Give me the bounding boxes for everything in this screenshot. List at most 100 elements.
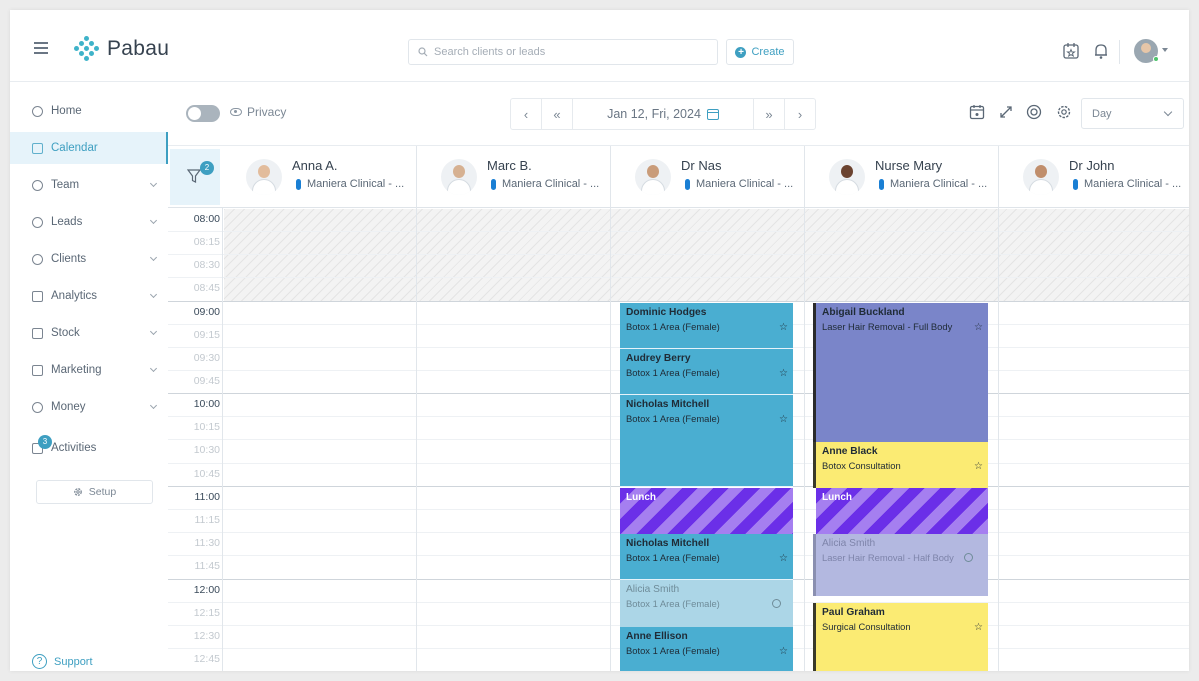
next-week-button[interactable]: »: [753, 99, 784, 129]
search-box[interactable]: [408, 39, 718, 65]
star-icon[interactable]: ☆: [974, 622, 983, 633]
chevron-down-icon[interactable]: [1162, 48, 1168, 52]
sidebar-item-stock[interactable]: Stock: [10, 317, 168, 349]
lunch-block[interactable]: Lunch: [620, 488, 793, 534]
filter-count-badge: 2: [200, 161, 214, 175]
staff-location: Maniera Clinical - ...: [685, 178, 793, 190]
sidebar-item-clients[interactable]: Clients: [10, 243, 168, 275]
gear-icon[interactable]: [1056, 104, 1072, 120]
time-label: 11:15: [194, 514, 221, 526]
chevron-down-icon: [149, 401, 158, 410]
menu-toggle-icon[interactable]: [34, 42, 48, 54]
setup-button[interactable]: Setup: [36, 480, 153, 504]
appointment-card[interactable]: Nicholas Mitchell Botox 1 Area (Female) …: [620, 534, 793, 580]
logo[interactable]: Pabau: [74, 36, 169, 62]
sidebar-item-activities[interactable]: Activities: [10, 432, 168, 464]
chevron-down-icon: [1163, 107, 1173, 117]
prev-day-button[interactable]: ‹: [511, 99, 542, 129]
sidebar-item-label: Clients: [51, 253, 87, 265]
appointment-client: Alicia Smith: [822, 538, 876, 549]
calendar-icon: [32, 142, 43, 154]
chevron-down-icon: [149, 216, 158, 225]
date-picker[interactable]: Jan 12, Fri, 2024: [573, 99, 753, 129]
staff-column-header[interactable]: Marc B. Maniera Clinical - ...: [416, 146, 610, 208]
privacy-control[interactable]: Privacy: [230, 105, 286, 119]
sidebar-item-marketing[interactable]: Marketing: [10, 354, 168, 386]
staff-name: Marc B.: [487, 158, 532, 173]
staff-filter-button[interactable]: 2: [170, 149, 220, 205]
sidebar-item-leads[interactable]: Leads: [10, 206, 168, 238]
sidebar-item-calendar[interactable]: Calendar: [10, 132, 168, 164]
lunch-block[interactable]: Lunch: [816, 488, 988, 534]
appointment-card[interactable]: Anne Ellison Botox 1 Area (Female) ☆: [620, 627, 793, 671]
star-icon[interactable]: ☆: [779, 322, 788, 333]
sidebar-item-money[interactable]: Money: [10, 391, 168, 423]
staff-column-header[interactable]: Nurse Mary Maniera Clinical - ...: [804, 146, 998, 208]
search-input[interactable]: [434, 46, 704, 58]
create-label: Create: [751, 46, 785, 58]
appointment-card[interactable]: Nicholas Mitchell Botox 1 Area (Female) …: [620, 395, 793, 487]
sidebar-item-analytics[interactable]: Analytics: [10, 280, 168, 312]
time-label: 11:45: [194, 560, 221, 572]
star-icon[interactable]: ☆: [779, 414, 788, 425]
bell-icon[interactable]: [1092, 42, 1110, 60]
chevron-down-icon: [149, 364, 158, 373]
appointment-card[interactable]: Alicia Smith Botox 1 Area (Female): [620, 580, 793, 627]
star-icon[interactable]: ☆: [974, 322, 983, 333]
create-button[interactable]: + Create: [726, 39, 794, 65]
location-color-icon: [879, 178, 884, 190]
sidebar-item-home[interactable]: Home: [10, 95, 168, 127]
dashboard-icon: [32, 105, 43, 117]
appointment-card[interactable]: Dominic Hodges Botox 1 Area (Female) ☆: [620, 303, 793, 349]
appointment-service: Botox 1 Area (Female): [626, 367, 720, 378]
prev-week-button[interactable]: «: [542, 99, 573, 129]
current-date: Jan 12, Fri, 2024: [607, 107, 701, 121]
appointment-card[interactable]: Anne Black Botox Consultation ☆: [813, 442, 988, 488]
sidebar-item-label: Team: [51, 179, 80, 191]
check-circle-icon[interactable]: [772, 599, 781, 608]
double-chevron-left-icon: «: [553, 106, 561, 122]
column-divider: [998, 208, 999, 671]
sidebar-item-team[interactable]: Team: [10, 169, 168, 201]
next-day-button[interactable]: ›: [784, 99, 815, 129]
star-icon[interactable]: ☆: [779, 553, 788, 564]
support-link[interactable]: ? Support: [32, 654, 93, 669]
double-chevron-right-icon: »: [765, 106, 773, 122]
appointment-card[interactable]: Paul Graham Surgical Consultation ☆: [813, 603, 988, 671]
check-circle-icon[interactable]: [964, 553, 973, 562]
column-divider: [804, 208, 805, 671]
view-select[interactable]: Day: [1081, 98, 1184, 129]
time-label: 09:30: [193, 352, 220, 364]
sidebar-item-label: Calendar: [51, 142, 98, 154]
chevron-down-icon: [149, 179, 158, 188]
staff-column-header[interactable]: Anna A. Maniera Clinical - ...: [222, 146, 416, 208]
star-icon[interactable]: ☆: [779, 646, 788, 657]
view-select-value: Day: [1092, 107, 1112, 120]
target-icon: [32, 216, 43, 228]
appointment-service: Botox 1 Area (Female): [626, 552, 720, 563]
sidebar-item-label: Marketing: [51, 364, 102, 376]
help-icon: ?: [32, 654, 47, 669]
add-calendar-icon[interactable]: [969, 104, 985, 120]
time-label: 12:30: [193, 630, 220, 642]
staff-column-header[interactable]: Dr John Maniera Clinical - ...: [998, 146, 1189, 208]
appointment-client: Paul Graham: [822, 607, 885, 618]
staff-header-row: 2 Anna A. Maniera Clinical - ... Marc B.…: [168, 146, 1189, 208]
star-icon[interactable]: ☆: [779, 368, 788, 379]
appointment-client: Nicholas Mitchell: [626, 399, 710, 410]
appointment-card[interactable]: Alicia Smith Laser Hair Removal - Half B…: [813, 534, 988, 596]
quarter-hour-line: [168, 254, 1189, 255]
sidebar-item-label: Activities: [51, 442, 97, 454]
location-label: Maniera Clinical - ...: [1084, 178, 1182, 190]
filter-icon: [187, 169, 201, 183]
privacy-toggle[interactable]: [186, 105, 220, 122]
location-color-icon: [685, 178, 690, 190]
appointment-card[interactable]: Audrey Berry Botox 1 Area (Female) ☆: [620, 349, 793, 395]
expand-icon[interactable]: [998, 104, 1014, 120]
calendar-star-icon[interactable]: [1062, 42, 1080, 60]
lifebuoy-icon[interactable]: [1026, 104, 1042, 120]
staff-column-header[interactable]: Dr Nas Maniera Clinical - ...: [610, 146, 804, 208]
star-icon[interactable]: ☆: [974, 461, 983, 472]
appointment-card[interactable]: Abigail Buckland Laser Hair Removal - Fu…: [813, 303, 988, 442]
time-label: 10:30: [193, 444, 220, 456]
